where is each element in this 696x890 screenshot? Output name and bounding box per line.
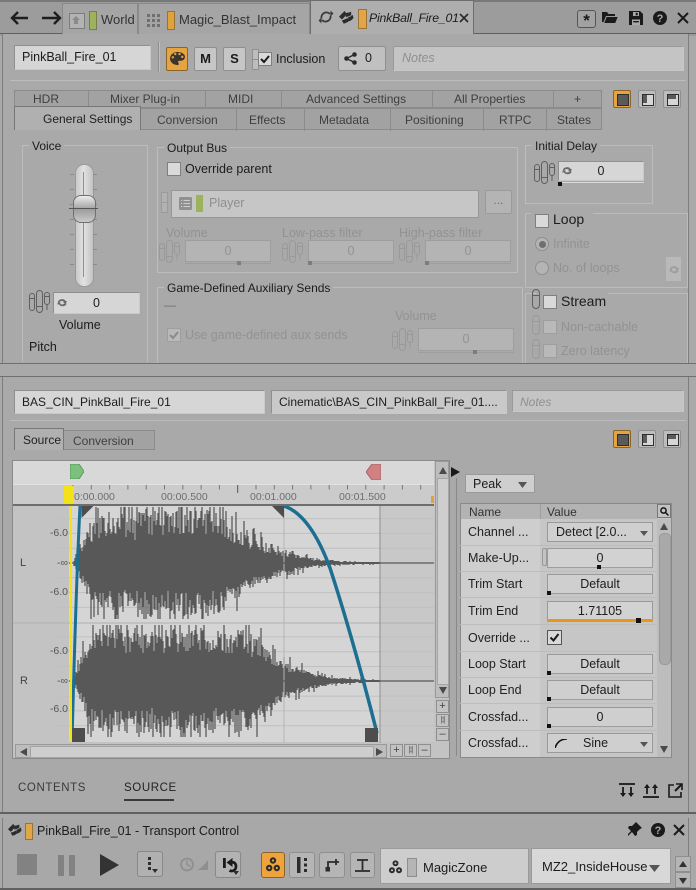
svg-text:?: ? — [655, 825, 662, 837]
svg-text:?: ? — [657, 13, 664, 25]
